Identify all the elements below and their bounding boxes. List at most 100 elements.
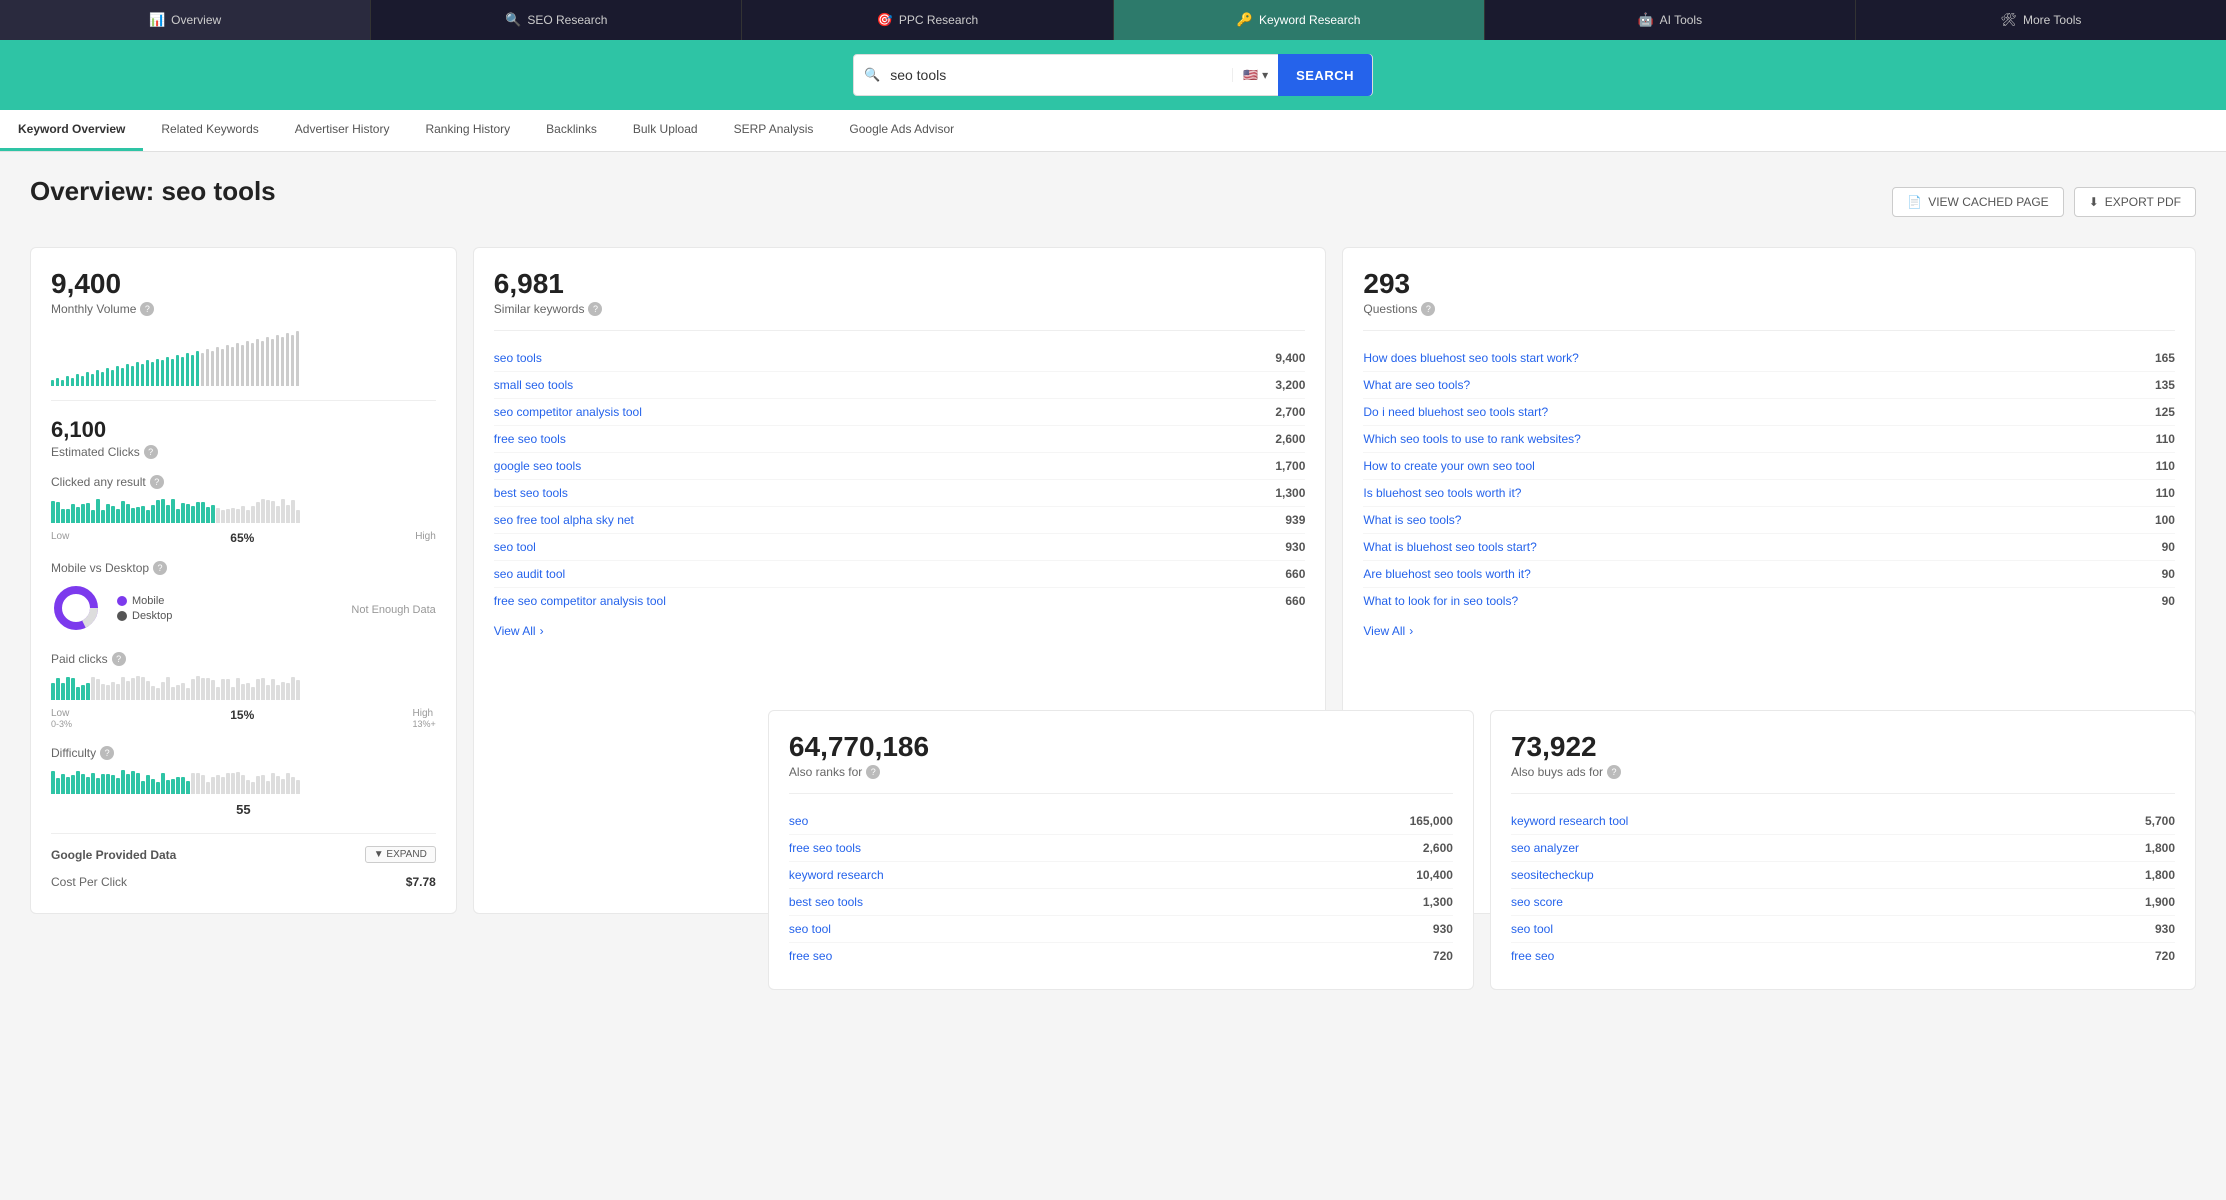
keyword-link[interactable]: free seo tools (789, 841, 861, 855)
estimated-clicks-info-icon[interactable]: ? (144, 445, 158, 459)
nav-seo-research[interactable]: 🔍 SEO Research (371, 0, 742, 40)
subnav-bulk-upload[interactable]: Bulk Upload (615, 110, 716, 151)
subnav-google-ads-advisor[interactable]: Google Ads Advisor (831, 110, 972, 151)
view-cached-button[interactable]: 📄 VIEW CACHED PAGE (1892, 187, 2063, 217)
keyword-link[interactable]: seo tool (494, 540, 536, 554)
progress-bar-segment (76, 771, 80, 794)
keyword-link[interactable]: Which seo tools to use to rank websites? (1363, 432, 1580, 446)
keyword-link[interactable]: free seo (789, 949, 832, 963)
progress-bar-segment (271, 773, 275, 794)
progress-bar-segment (291, 777, 295, 794)
keyword-link[interactable]: What are seo tools? (1363, 378, 1470, 392)
nav-keyword-research[interactable]: 🔑 Keyword Research (1114, 0, 1485, 40)
monthly-volume-info-icon[interactable]: ? (140, 302, 154, 316)
nav-ai-tools[interactable]: 🤖 AI Tools (1485, 0, 1856, 40)
keyword-link[interactable]: Are bluehost seo tools worth it? (1363, 567, 1530, 581)
progress-bar-segment (196, 676, 200, 700)
keyword-volume: 135 (2155, 378, 2175, 392)
keyword-link[interactable]: seo score (1511, 895, 1563, 909)
chart-bar (151, 362, 154, 386)
keyword-link[interactable]: free seo competitor analysis tool (494, 594, 666, 608)
clicked-labels: Low 65% High (51, 531, 436, 545)
keyword-link[interactable]: seo tool (1511, 922, 1553, 936)
chart-bar (226, 345, 229, 386)
keyword-link[interactable]: keyword research tool (1511, 814, 1628, 828)
chart-bar (186, 353, 189, 386)
keyword-link[interactable]: seo free tool alpha sky net (494, 513, 634, 527)
progress-bar-segment (81, 685, 85, 700)
keyword-volume: 1,800 (2145, 868, 2175, 882)
keyword-link[interactable]: seo analyzer (1511, 841, 1579, 855)
clicked-info-icon[interactable]: ? (150, 475, 164, 489)
subnav-backlinks[interactable]: Backlinks (528, 110, 615, 151)
keyword-link[interactable]: seo tool (789, 922, 831, 936)
table-row: seo tool930 (494, 534, 1306, 561)
keyword-link[interactable]: keyword research (789, 868, 884, 882)
cost-per-click-value: $7.78 (406, 875, 436, 889)
mobile-desktop-info-icon[interactable]: ? (153, 561, 167, 575)
keyword-link[interactable]: best seo tools (789, 895, 863, 909)
keyword-volume: 90 (2162, 540, 2175, 554)
paid-clicks-info-icon[interactable]: ? (112, 652, 126, 666)
table-row: What are seo tools? 135 (1363, 372, 2175, 399)
questions-view-all[interactable]: View All › (1363, 624, 1413, 638)
keyword-link[interactable]: seo competitor analysis tool (494, 405, 642, 419)
nav-overview[interactable]: 📊 Overview (0, 0, 371, 40)
subnav-related-keywords[interactable]: Related Keywords (143, 110, 276, 151)
keyword-link[interactable]: free seo (1511, 949, 1554, 963)
keyword-link[interactable]: seo (789, 814, 808, 828)
chart-bar (261, 341, 264, 386)
progress-bar-segment (71, 775, 75, 794)
keyword-link[interactable]: What to look for in seo tools? (1363, 594, 1518, 608)
keyword-link[interactable]: free seo tools (494, 432, 566, 446)
keyword-link[interactable]: seositecheckup (1511, 868, 1594, 882)
keyword-link[interactable]: google seo tools (494, 459, 581, 473)
progress-bar-segment (231, 773, 235, 794)
keyword-link[interactable]: best seo tools (494, 486, 568, 500)
keyword-link[interactable]: Is bluehost seo tools worth it? (1363, 486, 1521, 500)
progress-bar-segment (161, 773, 165, 794)
country-selector[interactable]: 🇺🇸 ▾ (1232, 68, 1278, 82)
chart-bar (121, 368, 124, 386)
keyword-link[interactable]: small seo tools (494, 378, 573, 392)
expand-button[interactable]: ▼ EXPAND (365, 846, 436, 863)
progress-bar-segment (56, 778, 60, 794)
progress-bar-segment (166, 780, 170, 794)
keyword-link[interactable]: Do i need bluehost seo tools start? (1363, 405, 1548, 419)
keyword-link[interactable]: seo tools (494, 351, 542, 365)
export-pdf-button[interactable]: ⬇ EXPORT PDF (2074, 187, 2196, 217)
subnav-keyword-overview[interactable]: Keyword Overview (0, 110, 143, 151)
nav-ppc-research[interactable]: 🎯 PPC Research (742, 0, 1113, 40)
chart-bar (246, 341, 249, 386)
chart-bar (216, 347, 219, 386)
progress-bar-segment (126, 681, 130, 700)
progress-bar-segment (101, 510, 105, 523)
keyword-icon: 🔑 (1237, 12, 1253, 28)
progress-bar-segment (246, 510, 250, 523)
subnav-ranking-history[interactable]: Ranking History (407, 110, 528, 151)
progress-bar-segment (196, 502, 200, 524)
subnav-advertiser-history[interactable]: Advertiser History (277, 110, 408, 151)
similar-view-all[interactable]: View All › (494, 624, 544, 638)
difficulty-info-icon[interactable]: ? (100, 746, 114, 760)
search-button[interactable]: SEARCH (1278, 54, 1372, 96)
chart-bar (296, 331, 299, 386)
keyword-link[interactable]: How to create your own seo tool (1363, 459, 1534, 473)
keyword-link[interactable]: What is seo tools? (1363, 513, 1461, 527)
also-ranks-info-icon[interactable]: ? (866, 765, 880, 779)
keyword-link[interactable]: What is bluehost seo tools start? (1363, 540, 1536, 554)
keyword-link[interactable]: seo audit tool (494, 567, 565, 581)
paid-clicks-chart (51, 676, 436, 700)
chart-bar (126, 364, 129, 386)
also-buys-info-icon[interactable]: ? (1607, 765, 1621, 779)
keyword-link[interactable]: How does bluehost seo tools start work? (1363, 351, 1578, 365)
chart-bar (116, 366, 119, 386)
chart-bar (91, 374, 94, 386)
similar-keywords-info-icon[interactable]: ? (588, 302, 602, 316)
subnav-serp-analysis[interactable]: SERP Analysis (716, 110, 832, 151)
monthly-volume-chart (51, 326, 436, 386)
questions-info-icon[interactable]: ? (1421, 302, 1435, 316)
nav-more-tools[interactable]: 🛠 More Tools (1856, 0, 2226, 40)
chart-bar (86, 372, 89, 386)
search-input[interactable] (890, 67, 1232, 83)
